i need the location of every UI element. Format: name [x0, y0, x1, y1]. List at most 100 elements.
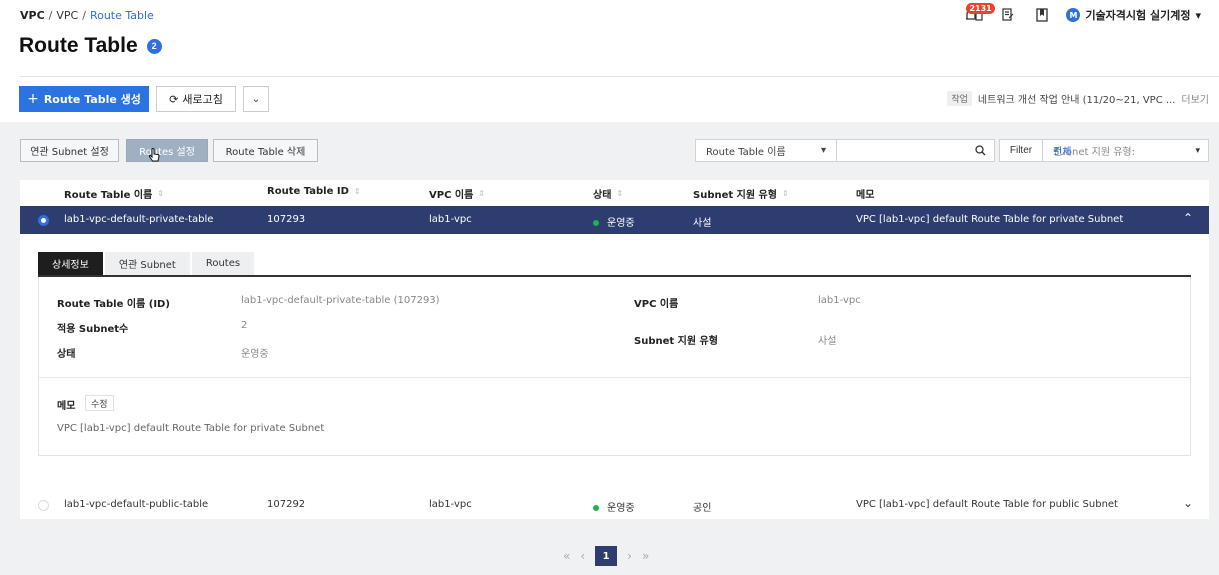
- row-radio-selected[interactable]: [38, 215, 49, 226]
- subnet-type-filter[interactable]: Subnet 지원 유형: ✓ 전체 ▾: [1043, 139, 1209, 162]
- filter-field-select[interactable]: Route Table 이름 ▾: [695, 139, 837, 162]
- memo-text: VPC [lab1-vpc] default Route Table for p…: [57, 423, 325, 434]
- page-current[interactable]: 1: [595, 546, 618, 566]
- breadcrumb: VPC / VPC / Route Table: [20, 9, 154, 22]
- tab-details[interactable]: 상세정보: [38, 252, 103, 275]
- refresh-label: 새로고침: [182, 93, 223, 106]
- field-value-vpc: lab1-vpc: [818, 295, 861, 306]
- notice-text[interactable]: 네트워크 개선 작업 안내 (11/20~21, VPC ...: [978, 91, 1175, 106]
- chevron-down-icon: ▾: [1195, 145, 1200, 156]
- field-value-subnet-type: 사설: [818, 336, 837, 347]
- memo-label: 메모: [57, 401, 76, 412]
- detail-tabs: 상세정보 연관 Subnet Routes: [38, 252, 256, 275]
- column-label: VPC 이름: [429, 190, 474, 201]
- status-text: 운영중: [607, 218, 635, 229]
- status-dot-icon: [593, 505, 599, 511]
- sort-icon[interactable]: ⇕: [157, 189, 164, 198]
- column-header-vpc[interactable]: VPC 이름 ⇕: [429, 186, 485, 201]
- row-status: 운영중: [593, 214, 635, 229]
- row-radio[interactable]: [38, 500, 49, 511]
- notification-icon[interactable]: 2131: [964, 3, 995, 24]
- field-value-status: 운영중: [241, 349, 269, 360]
- more-actions-button[interactable]: ⌄: [243, 86, 269, 112]
- column-label: Subnet 지원 유형: [693, 190, 777, 201]
- field-label-name-id: Route Table 이름 (ID): [57, 299, 170, 310]
- breadcrumb-current[interactable]: Route Table: [90, 9, 154, 22]
- subnet-association-button[interactable]: 연관 Subnet 설정: [20, 139, 119, 162]
- delete-route-table-button[interactable]: Route Table 삭제: [213, 139, 318, 162]
- next-page-icon[interactable]: ›: [627, 549, 632, 563]
- row-subnet-type: 공인: [693, 503, 712, 514]
- header-area: VPC / VPC / Route Table Route Table 2 21…: [0, 0, 1219, 122]
- account-menu[interactable]: M 기술자격시험 실기계정 ▾: [1066, 7, 1201, 23]
- edit-note-icon[interactable]: [998, 6, 1018, 24]
- row-name: lab1-vpc-default-public-table: [64, 499, 209, 510]
- chevron-down-icon[interactable]: ⌄: [1183, 496, 1193, 510]
- notice-more-link[interactable]: 더보기: [1181, 91, 1209, 106]
- notice-tag: 작업: [947, 91, 972, 106]
- field-value-subnet-count: 2: [241, 320, 248, 331]
- column-label: 상태: [593, 190, 612, 201]
- subnet-type-value: 전체: [1053, 147, 1072, 158]
- row-vpc: lab1-vpc: [429, 214, 472, 225]
- header-divider: [20, 76, 1219, 77]
- detail-info-box: Route Table 이름 (ID) lab1-vpc-default-pri…: [38, 277, 1191, 456]
- row-id: 107292: [267, 499, 306, 510]
- sort-icon[interactable]: ⇕: [782, 189, 789, 198]
- column-header-name[interactable]: Route Table 이름 ⇕: [64, 186, 164, 201]
- column-label: Route Table 이름: [64, 190, 153, 201]
- last-page-icon[interactable]: »: [642, 549, 649, 563]
- account-name: 기술자격시험 실기계정: [1085, 9, 1191, 22]
- detail-panel: 상세정보 연관 Subnet Routes Route Table 이름 (ID…: [20, 234, 1209, 491]
- search-input[interactable]: [837, 139, 995, 162]
- table-row[interactable]: lab1-vpc-default-public-table 107292 lab…: [20, 491, 1209, 519]
- hand-cursor-icon: [148, 148, 160, 162]
- create-label: Route Table 생성: [43, 93, 141, 106]
- column-header-subnet-type[interactable]: Subnet 지원 유형 ⇕: [693, 186, 789, 201]
- breadcrumb-separator: /: [48, 9, 53, 22]
- field-label-status: 상태: [57, 349, 76, 360]
- routes-setting-button[interactable]: Routes 설정: [126, 139, 208, 162]
- tab-associated-subnet[interactable]: 연관 Subnet: [104, 252, 190, 275]
- page-title: Route Table 2: [19, 34, 162, 58]
- column-label: Route Table ID: [267, 186, 349, 197]
- row-memo: VPC [lab1-vpc] default Route Table for p…: [856, 499, 1118, 510]
- filter-button[interactable]: Filter: [999, 139, 1043, 162]
- create-route-table-button[interactable]: + Route Table 생성: [19, 86, 149, 112]
- field-label-vpc: VPC 이름: [634, 299, 679, 310]
- table-header: Route Table 이름 ⇕ Route Table ID ⇕ VPC 이름 ⇕ …: [20, 180, 1209, 206]
- plus-icon: +: [27, 91, 39, 107]
- column-header-id[interactable]: Route Table ID ⇕: [267, 186, 361, 197]
- column-header-status[interactable]: 상태 ⇕: [593, 186, 623, 201]
- row-subnet-type: 사설: [693, 218, 712, 229]
- pagination: « ‹ 1 › »: [563, 546, 649, 566]
- route-table-list: Route Table 이름 ⇕ Route Table ID ⇕ VPC 이름 ⇕ …: [20, 180, 1209, 519]
- chevron-down-icon: ▾: [820, 145, 826, 156]
- field-label-subnet-count: 적용 Subnet수: [57, 324, 129, 335]
- column-header-memo: 메모: [856, 186, 874, 201]
- chevron-down-icon: ▾: [1195, 8, 1201, 22]
- breadcrumb-parent[interactable]: VPC: [56, 9, 78, 22]
- refresh-button[interactable]: ⟳ 새로고침: [156, 86, 236, 112]
- sort-icon[interactable]: ⇕: [354, 187, 361, 196]
- page-title-text: Route Table: [19, 34, 138, 57]
- header-tools: 2131 M 기술자격시험 실기계정 ▾: [964, 3, 1201, 24]
- prev-page-icon[interactable]: ‹: [580, 549, 585, 563]
- column-label: 메모: [856, 190, 875, 201]
- first-page-icon[interactable]: «: [563, 549, 570, 563]
- chevron-up-icon[interactable]: ⌃: [1183, 211, 1193, 225]
- table-row[interactable]: lab1-vpc-default-private-table 107293 la…: [20, 206, 1209, 234]
- refresh-icon: ⟳: [169, 92, 179, 106]
- sort-icon[interactable]: ⇕: [616, 189, 623, 198]
- book-icon[interactable]: [1032, 6, 1052, 24]
- search-icon[interactable]: [975, 145, 986, 156]
- tab-routes[interactable]: Routes: [191, 252, 255, 275]
- chevron-down-icon: ⌄: [251, 93, 261, 105]
- breadcrumb-root[interactable]: VPC: [20, 9, 45, 22]
- field-value-name-id: lab1-vpc-default-private-table (107293): [241, 295, 440, 306]
- row-status: 운영중: [593, 499, 635, 514]
- avatar: M: [1066, 8, 1081, 22]
- row-memo: VPC [lab1-vpc] default Route Table for p…: [856, 214, 1124, 225]
- sort-icon[interactable]: ⇕: [478, 189, 485, 198]
- memo-edit-button[interactable]: 수정: [85, 395, 114, 411]
